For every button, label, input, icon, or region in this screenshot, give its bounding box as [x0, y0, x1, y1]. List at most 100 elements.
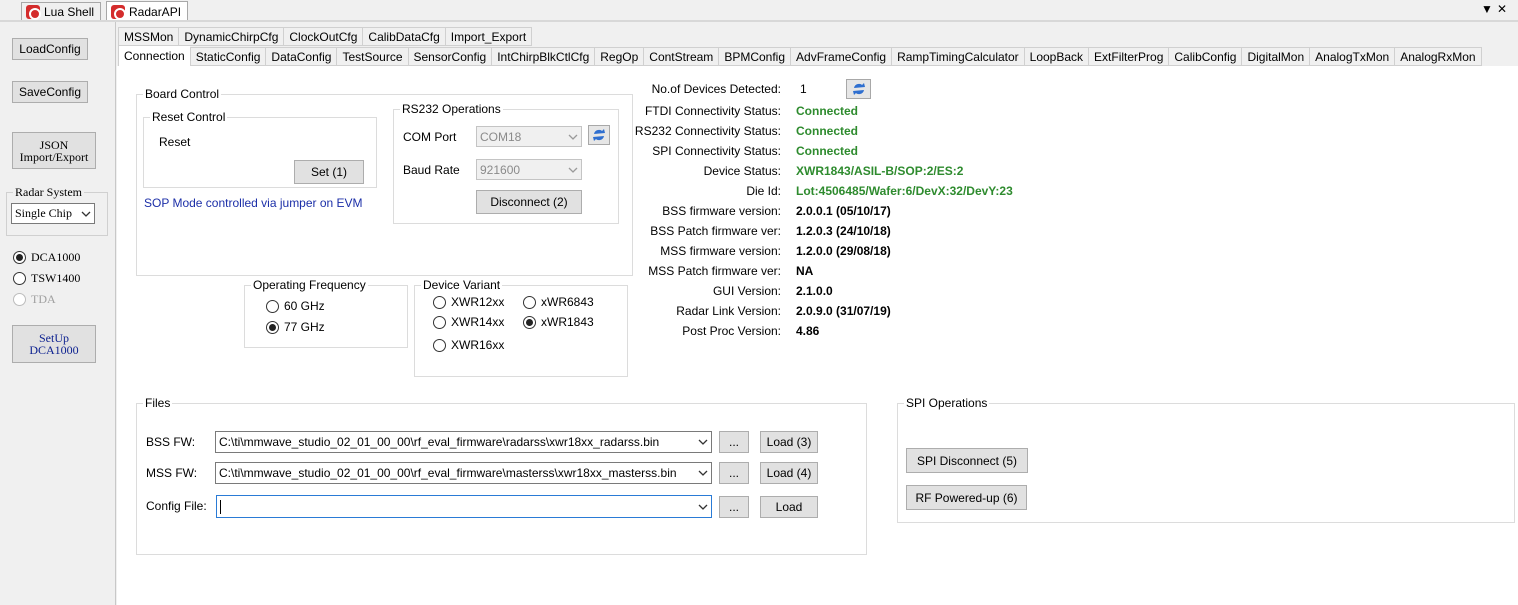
close-icon[interactable]: ✕ [1497, 2, 1507, 16]
radio-label: XWR14xx [451, 315, 505, 329]
tab-staticconfig[interactable]: StaticConfig [189, 47, 266, 66]
operating-frequency-title: Operating Frequency [251, 278, 368, 292]
tab-advframeconfig[interactable]: AdvFrameConfig [790, 47, 892, 66]
radio-button[interactable] [266, 299, 279, 313]
refresh-com-ports-icon[interactable] [588, 125, 610, 145]
radio-label: XWR12xx [451, 295, 505, 309]
status-label-bss-patch-firmware-ver: BSS Patch firmware ver: [650, 224, 781, 238]
tab-analogtxmon[interactable]: AnalogTxMon [1309, 47, 1395, 66]
rs232-operations-title: RS232 Operations [400, 102, 503, 116]
tab-regop[interactable]: RegOp [594, 47, 644, 66]
status-label-rs232-connectivity-status: RS232 Connectivity Status: [634, 124, 781, 138]
setup-line2: DCA1000 [29, 343, 79, 357]
files-group: Files BSS FW: C:\ti\mmwave_studio_02_01_… [136, 396, 867, 555]
radio-button[interactable] [433, 295, 446, 309]
status-label-gui-version: GUI Version: [712, 284, 781, 298]
radio-label: xWR1843 [541, 315, 594, 329]
variant-option-xwr1843[interactable]: xWR1843 [523, 315, 594, 329]
tab-analogrxmon[interactable]: AnalogRxMon [1394, 47, 1482, 66]
status-value-gui-version: 2.1.0.0 [796, 284, 833, 298]
radio-button[interactable] [13, 272, 26, 285]
reset-control-title: Reset Control [150, 110, 228, 124]
radio-label: XWR16xx [451, 338, 505, 352]
baud-rate-select[interactable]: 921600 [476, 159, 582, 180]
tab-testsource[interactable]: TestSource [336, 47, 408, 66]
window-tab-radarapi[interactable]: RadarAPI [106, 1, 189, 21]
config-file-browse-button[interactable]: ... [719, 496, 749, 518]
variant-option-xwr6843[interactable]: xWR6843 [523, 295, 594, 309]
tab-dynamicchirpcfg[interactable]: DynamicChirpCfg [178, 27, 284, 46]
radio-button[interactable] [433, 315, 446, 329]
rs232-disconnect-button[interactable]: Disconnect (2) [476, 190, 582, 214]
frequency-option-77-ghz[interactable]: 77 GHz [266, 320, 325, 334]
rf-powered-up-button[interactable]: RF Powered-up (6) [906, 485, 1027, 510]
tab-strip-divider [0, 20, 1518, 22]
tab-list-dropdown-icon[interactable]: ▼ [1481, 2, 1493, 16]
variant-option-xwr12xx[interactable]: XWR12xx [433, 295, 504, 309]
radio-button[interactable] [266, 320, 279, 334]
setup-dca1000-button[interactable]: SetUp DCA1000 [12, 325, 96, 363]
tab-import-export[interactable]: Import_Export [444, 27, 533, 46]
tab-digitalmon[interactable]: DigitalMon [1241, 47, 1310, 66]
tab-ramptimingcalculator[interactable]: RampTimingCalculator [891, 47, 1024, 66]
radar-system-label: Radar System [13, 185, 84, 200]
variant-option-xwr14xx[interactable]: XWR14xx [433, 315, 504, 329]
device-variant-title: Device Variant [421, 278, 503, 292]
bss-fw-select[interactable]: C:\ti\mmwave_studio_02_01_00_00\rf_eval_… [215, 431, 712, 453]
tab-intchirpblkctlcfg[interactable]: IntChirpBlkCtlCfg [491, 47, 595, 66]
radio-button[interactable] [13, 251, 26, 264]
status-label-die-id: Die Id: [746, 184, 781, 198]
tab-calibdatacfg[interactable]: CalibDataCfg [362, 27, 445, 46]
json-import-export-button[interactable]: JSON Import/Export [12, 132, 96, 169]
tab-contstream[interactable]: ContStream [643, 47, 719, 66]
com-port-select[interactable]: COM18 [476, 126, 582, 147]
tab-strip-row2: Connection StaticConfig DataConfig TestSour… [118, 45, 1482, 66]
chevron-down-icon [698, 470, 708, 476]
spi-disconnect-button[interactable]: SPI Disconnect (5) [906, 448, 1028, 473]
lua-shell-icon [26, 5, 41, 20]
mss-fw-select[interactable]: C:\ti\mmwave_studio_02_01_00_00\rf_eval_… [215, 462, 712, 484]
capture-option-dca1000[interactable]: DCA1000 [13, 250, 80, 265]
status-value-bss-firmware-version: 2.0.0.1 (05/10/17) [796, 204, 891, 218]
json-button-line1: JSON [39, 137, 69, 152]
capture-option-tsw1400[interactable]: TSW1400 [13, 271, 80, 286]
radar-system-select[interactable]: Single Chip [11, 203, 95, 224]
radio-button[interactable] [433, 338, 446, 352]
status-value-mss-firmware-version: 1.2.0.0 (29/08/18) [796, 244, 891, 258]
tab-clockoutcfg[interactable]: ClockOutCfg [283, 27, 363, 46]
mss-fw-browse-button[interactable]: ... [719, 462, 749, 484]
status-value-mss-patch-firmware-ver: NA [796, 264, 814, 278]
bss-fw-browse-button[interactable]: ... [719, 431, 749, 453]
tab-mssmon[interactable]: MSSMon [118, 27, 179, 46]
set-reset-button[interactable]: Set (1) [294, 160, 364, 184]
refresh-devices-icon[interactable] [846, 79, 871, 99]
tab-bpmconfig[interactable]: BPMConfig [718, 47, 791, 66]
window-tab-lua-shell[interactable]: Lua Shell [21, 2, 102, 20]
mss-fw-load-button[interactable]: Load (4) [760, 462, 818, 484]
radio-button[interactable] [523, 295, 536, 309]
status-label-radar-link-version: Radar Link Version: [676, 304, 781, 318]
status-value-post-proc-version: 4.86 [796, 324, 820, 338]
tab-strip-row1: MSSMon DynamicChirpCfg ClockOutCfg CalibDat… [118, 27, 533, 46]
tab-dataconfig[interactable]: DataConfig [265, 47, 337, 66]
tab-extfilterprog[interactable]: ExtFilterProg [1088, 47, 1169, 66]
load-config-button[interactable]: LoadConfig [12, 38, 88, 60]
tab-connection[interactable]: Connection [118, 45, 190, 66]
status-value-ftdi-connectivity-status: Connected [796, 104, 859, 118]
save-config-button[interactable]: SaveConfig [12, 81, 88, 103]
config-file-load-button[interactable]: Load [760, 496, 818, 518]
tab-loopback[interactable]: LoopBack [1023, 47, 1089, 66]
bss-fw-load-button[interactable]: Load (3) [760, 431, 818, 453]
frequency-option-60-ghz[interactable]: 60 GHz [266, 299, 325, 313]
files-title: Files [143, 396, 173, 410]
status-label-device-status: Device Status: [703, 164, 781, 178]
chevron-down-icon [698, 504, 708, 510]
chevron-down-icon [568, 134, 578, 140]
config-file-select[interactable] [216, 495, 712, 518]
tab-calibconfig[interactable]: CalibConfig [1168, 47, 1242, 66]
radio-button[interactable] [523, 315, 536, 329]
radio-label: TSW1400 [31, 271, 81, 285]
tab-sensorconfig[interactable]: SensorConfig [407, 47, 492, 66]
spi-operations-group: SPI Operations SPI Disconnect (5) RF Pow… [897, 396, 1515, 523]
variant-option-xwr16xx[interactable]: XWR16xx [433, 338, 504, 352]
